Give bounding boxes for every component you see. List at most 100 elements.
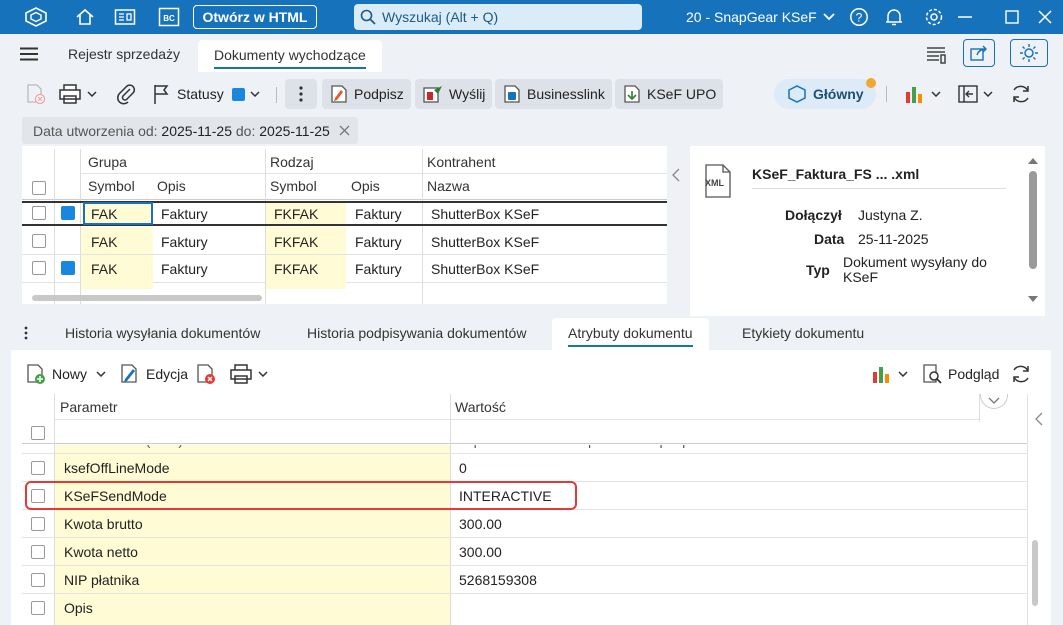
chevron-left-icon[interactable] xyxy=(1035,412,1043,426)
right-gutter xyxy=(1045,146,1063,316)
close-icon[interactable] xyxy=(1032,5,1058,29)
cell-symbol: FAK xyxy=(91,234,118,250)
table-row[interactable]: NIP płatnika 5268159308 xyxy=(22,566,1027,594)
table-row[interactable]: ksefOffLineMode 0 xyxy=(22,454,1027,482)
row-checkbox[interactable] xyxy=(31,461,45,475)
col-symbol[interactable]: Symbol xyxy=(88,178,135,194)
chevron-left-icon[interactable] xyxy=(672,168,680,182)
tab-historia-wysylania[interactable]: Historia wysyłania dokumentów xyxy=(65,325,263,341)
svg-text:?: ? xyxy=(856,11,863,25)
statusy-button[interactable]: Statusy xyxy=(152,79,224,109)
chevron-down-icon xyxy=(983,91,993,97)
minimize-icon[interactable] xyxy=(952,5,978,29)
col-rodzaj-symbol[interactable]: Symbol xyxy=(270,178,317,194)
glowny-view-button[interactable]: Główny xyxy=(774,79,876,109)
table-row[interactable]: Kwota netto 300.00 xyxy=(22,538,1027,566)
select-all-checkbox[interactable] xyxy=(32,181,46,195)
filter-from-value: 2025-11-25 xyxy=(161,122,232,139)
delete-button[interactable] xyxy=(24,79,46,109)
row-checkbox[interactable] xyxy=(32,234,46,248)
table-row[interactable]: Opis xyxy=(22,594,1027,625)
tab-atrybuty-dokumentu[interactable]: Atrybuty dokumentu xyxy=(552,318,709,350)
search-input[interactable]: Wyszukaj (Alt + Q) xyxy=(354,4,642,30)
date-filter-chip[interactable]: Data utworzenia od: 2025-11-25 do: 2025-… xyxy=(22,117,358,144)
row-checkbox[interactable] xyxy=(31,545,45,559)
upo-icon xyxy=(622,84,642,104)
print-button[interactable] xyxy=(58,79,97,109)
refresh-button[interactable] xyxy=(1010,359,1032,389)
app-logo-icon[interactable] xyxy=(20,5,52,29)
chevron-down-icon xyxy=(898,371,908,377)
title-bar: BC Otwórz w HTML Wyszukaj (Alt + Q) 20 -… xyxy=(0,0,1063,34)
open-html-button[interactable]: Otwórz w HTML xyxy=(193,5,317,29)
tab-historia-podpisywania[interactable]: Historia podpisywania dokumentów xyxy=(307,325,529,341)
documents-icon[interactable] xyxy=(112,5,138,29)
filter-label: Data utworzenia xyxy=(33,122,135,139)
row-checkbox[interactable] xyxy=(32,206,46,220)
settings-icon[interactable] xyxy=(921,5,947,29)
refresh-icon xyxy=(1010,83,1032,105)
select-all-checkbox[interactable] xyxy=(31,426,45,440)
table-row[interactable]: Kwota brutto 300.00 xyxy=(22,510,1027,538)
right-gutter xyxy=(1051,350,1063,625)
vertical-scrollbar[interactable] xyxy=(1032,540,1038,606)
chart-button[interactable] xyxy=(871,359,908,389)
clear-filter-icon[interactable] xyxy=(339,125,350,136)
col-opis[interactable]: Opis xyxy=(157,178,186,194)
more-vertical-icon[interactable] xyxy=(24,326,28,340)
businesslink-button[interactable]: Businesslink xyxy=(495,79,612,109)
ksef-upo-button[interactable]: KSeF UPO xyxy=(615,79,724,109)
layout-icon[interactable] xyxy=(926,46,946,64)
col-parametr[interactable]: Parametr xyxy=(60,399,118,415)
nowy-button[interactable]: Nowy xyxy=(25,359,106,389)
col-nazwa[interactable]: Nazwa xyxy=(427,178,470,194)
menu-icon[interactable] xyxy=(20,47,38,61)
bc-icon[interactable]: BC xyxy=(156,5,182,29)
theme-button[interactable] xyxy=(1010,39,1048,67)
row-checkbox[interactable] xyxy=(32,261,46,275)
row-checkbox[interactable] xyxy=(31,517,45,531)
share-button[interactable] xyxy=(963,39,995,67)
cell-param: Opis xyxy=(64,600,93,616)
delete-attribute-button[interactable] xyxy=(195,359,217,389)
edycja-button[interactable]: Edycja xyxy=(119,359,188,389)
podglad-button[interactable]: Podgląd xyxy=(921,359,999,389)
maximize-icon[interactable] xyxy=(999,5,1025,29)
scroll-up-icon[interactable] xyxy=(1027,157,1039,165)
panel-toggle-button[interactable] xyxy=(958,79,993,109)
attachment-button[interactable] xyxy=(116,79,136,109)
col-wartosc[interactable]: Wartość xyxy=(455,399,506,415)
wyslij-button[interactable]: Wyślij xyxy=(415,79,493,109)
tab-dokumenty-wychodzace[interactable]: Dokumenty wychodzące xyxy=(198,40,382,72)
bell-icon[interactable] xyxy=(881,5,907,29)
color-status-selector[interactable] xyxy=(232,79,260,109)
refresh-button[interactable] xyxy=(1010,79,1032,109)
more-button[interactable] xyxy=(285,79,317,109)
splitter[interactable] xyxy=(667,146,690,316)
preview-icon xyxy=(921,363,943,385)
xml-file-icon: XML xyxy=(702,163,734,199)
company-selector[interactable]: 20 - SnapGear KSeF xyxy=(686,9,817,25)
chart-button[interactable] xyxy=(904,79,941,109)
tab-rejestr-sprzedazy[interactable]: Rejestr sprzedaży xyxy=(68,46,180,62)
row-checkbox[interactable] xyxy=(31,573,45,587)
cell-param: Kwota netto xyxy=(64,544,138,560)
scroll-down-icon[interactable] xyxy=(1027,295,1039,303)
detail-scrollbar[interactable] xyxy=(1029,171,1037,269)
panel-left-icon xyxy=(958,85,978,103)
chevron-down-icon xyxy=(988,397,1000,404)
tab-etykiety-dokumentu[interactable]: Etykiety dokumentu xyxy=(742,325,864,341)
cell-rsymbol: FKFAK xyxy=(274,261,319,277)
horizontal-scrollbar[interactable] xyxy=(32,295,262,301)
help-icon[interactable]: ? xyxy=(846,5,872,29)
status-color-marker xyxy=(61,206,75,220)
attachment-filename[interactable]: KSeF_Faktura_FS ... .xml xyxy=(752,166,919,182)
chevron-down-icon[interactable] xyxy=(816,5,842,29)
row-checkbox[interactable] xyxy=(31,601,45,615)
podpisz-button[interactable]: Podpisz xyxy=(322,79,411,109)
cell-opis: Faktury xyxy=(161,206,208,222)
print-button[interactable] xyxy=(229,359,268,389)
col-rodzaj-opis[interactable]: Opis xyxy=(351,178,380,194)
home-icon[interactable] xyxy=(72,5,98,29)
cell-rsymbol: FKFAK xyxy=(274,234,319,250)
